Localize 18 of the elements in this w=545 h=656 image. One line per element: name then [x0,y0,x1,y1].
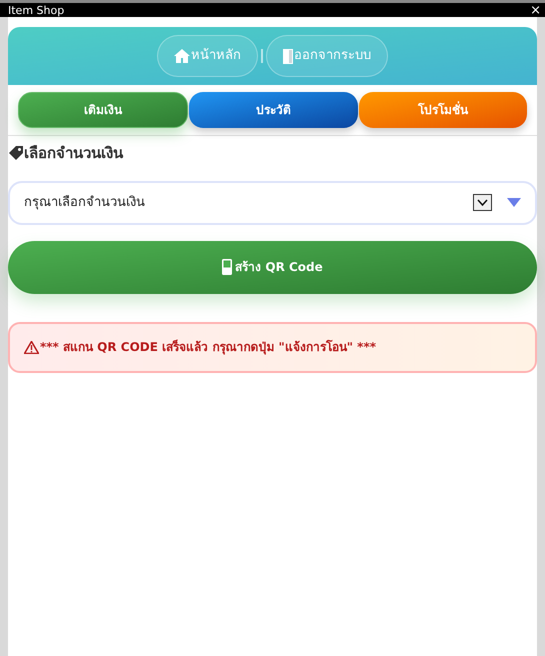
alert-message: *** สแกน QR CODE เสร็จแล้ว กรุณากดปุ่ม "แจ้งการโอน" *** [40,338,376,356]
nav-button[interactable]: ออกจากระบบ [266,35,388,77]
door-icon [283,48,293,64]
dropdown-icon [473,194,492,211]
tab[interactable]: เติมเงิน [18,92,188,128]
amount-select[interactable]: กรุณาเลือกจำนวนเงิน [8,180,537,224]
close-button[interactable]: × [530,4,541,16]
section-title: เลือกจำนวนเงิน [24,143,123,164]
warning-icon [24,340,39,354]
select-placeholder: กรุณาเลือกจำนวนเงิน [24,194,146,212]
phone-icon [222,259,232,275]
create-qr-button[interactable]: สร้าง QR Code [8,240,537,294]
tab[interactable]: โปรโมชั่น [358,92,527,128]
caret-icon [507,198,521,207]
tab[interactable]: ประวัติ [189,92,358,128]
home-icon [174,49,190,63]
nav-button[interactable]: หน้าหลัก [157,35,258,77]
window-title: Item Shop [8,4,64,16]
